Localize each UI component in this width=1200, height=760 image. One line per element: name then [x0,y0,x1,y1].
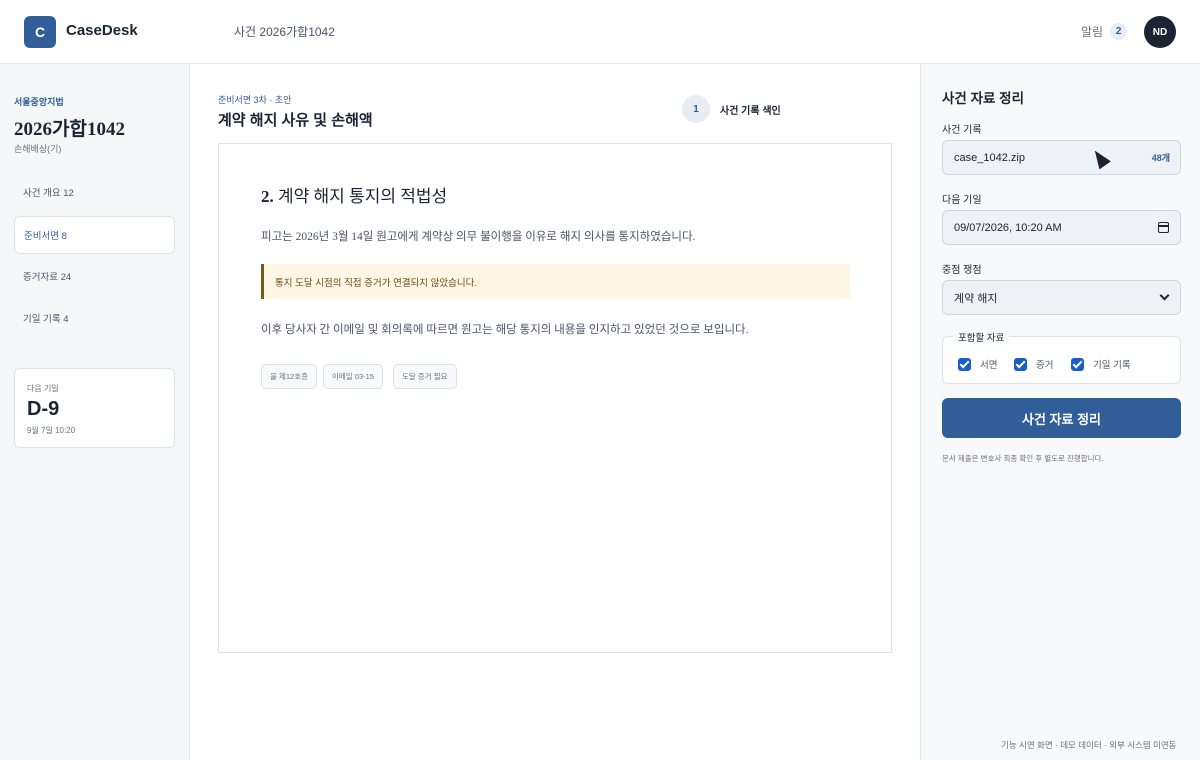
notifications-button[interactable]: 알림 2 [1081,23,1128,40]
mouse-cursor-icon [1089,146,1111,170]
document-paper: 2. 계약 해지 통지의 적법성 피고는 2026년 3월 14일 원고에게 계… [218,143,892,653]
step-label: 사건 기록 색인 [720,106,781,117]
case-record-file-count: 48개 [1151,153,1170,163]
next-hearing-label: 다음 기일 [27,384,59,393]
case-type: 손해배상(기) [14,144,62,154]
hearing-datetime-input[interactable]: 09/07/2026, 10:20 AM [942,210,1181,245]
include-briefs-checkbox[interactable]: 서면 [958,357,997,371]
case-number: 2026가합1042 [14,119,125,140]
missing-evidence-alert: 통지 도달 시점의 직접 증거가 연결되지 않았습니다. [261,264,850,299]
panel-title: 사건 자료 정리 [942,91,1025,106]
include-materials-group: 포함할 자료 서면 증거 기일 기록 [942,330,1181,384]
checkbox-label: 증거 [1036,360,1054,371]
case-organize-panel: 사건 자료 정리 사건 기록 case_1042.zip 48개 다음 기일 0… [920,64,1200,760]
next-hearing-card: 다음 기일 D-9 9월 7일 10:20 [14,368,175,448]
sidebar: 서울중앙지법 2026가합1042 손해배상(기) 사건 개요 12 준비서면 … [0,64,190,760]
include-hearing-records-checkbox[interactable]: 기일 기록 [1071,357,1131,371]
reference-tag[interactable]: 도달 증거 필요 [393,364,457,389]
reference-tag[interactable]: 을 제12호증 [261,364,318,389]
document-subtitle: 준비서면 3차 · 초안 [218,95,292,105]
paragraph-1: 피고는 2026년 3월 14일 원고에게 계약상 의무 불이행을 이유로 해지… [261,231,696,243]
key-issue-value: 계약 해지 [954,292,998,305]
include-evidence-checkbox[interactable]: 증거 [1014,357,1053,371]
checkbox-label: 기일 기록 [1093,360,1131,371]
step-number-badge: 1 [682,95,710,123]
checkbox-checked-icon[interactable] [1071,357,1084,371]
user-avatar[interactable]: ND [1144,16,1176,48]
organize-case-button[interactable]: 사건 자료 정리 [942,398,1181,438]
checkbox-checked-icon[interactable] [958,357,971,371]
section-title: 계약 해지 통지의 적법성 [278,187,448,206]
app-logo[interactable]: C [24,16,56,48]
sidebar-item-hearing-records[interactable]: 기일 기록 4 [14,299,175,337]
submission-note: 문서 제출은 변호사 최종 확인 후 별도로 진행합니다. [942,454,1104,463]
reference-tag[interactable]: 이메일 03-15 [323,364,383,389]
case-record-file-input[interactable]: case_1042.zip 48개 [942,140,1181,175]
key-issue-label: 중점 쟁점 [942,265,982,276]
footer-disclaimer: 기능 시연 화면 · 데모 데이터 · 외부 시스템 미연동 [1001,740,1177,750]
paragraph-2: 이후 당사자 간 이메일 및 회의록에 따르면 원고는 해당 통지의 내용을 인… [261,324,749,336]
checkbox-label: 서면 [980,360,998,371]
sidebar-item-evidence[interactable]: 증거자료 24 [14,257,175,295]
sidebar-item-case-overview[interactable]: 사건 개요 12 [14,173,175,211]
sidebar-item-briefs[interactable]: 준비서면 8 [14,216,175,254]
section-heading: 2. 계약 해지 통지의 적법성 [261,182,447,207]
notifications-label: 알림 [1081,25,1104,39]
court-name: 서울중앙지법 [14,97,64,107]
case-reference: 사건 2026가합1042 [234,25,335,39]
app-header: C CaseDesk 사건 2026가합1042 알림 2 ND [0,0,1200,64]
key-issue-select[interactable]: 계약 해지 [942,280,1181,315]
case-record-label: 사건 기록 [942,125,982,136]
document-title: 계약 해지 사유 및 손해액 [218,112,373,129]
checkbox-checked-icon[interactable] [1014,357,1027,371]
next-hearing-countdown: D-9 [27,398,60,420]
include-materials-legend: 포함할 자료 [953,330,1010,344]
hearing-datetime-value: 09/07/2026, 10:20 AM [954,221,1062,234]
hearing-date-label: 다음 기일 [942,195,982,206]
calendar-icon[interactable] [1158,222,1169,233]
next-hearing-date: 9월 7일 10:20 [27,426,76,435]
brand-name: CaseDesk [66,22,138,39]
case-record-filename: case_1042.zip [954,151,1025,164]
chevron-down-icon [1159,290,1170,301]
notifications-count-badge: 2 [1110,23,1128,40]
section-number: 2. [261,187,274,206]
